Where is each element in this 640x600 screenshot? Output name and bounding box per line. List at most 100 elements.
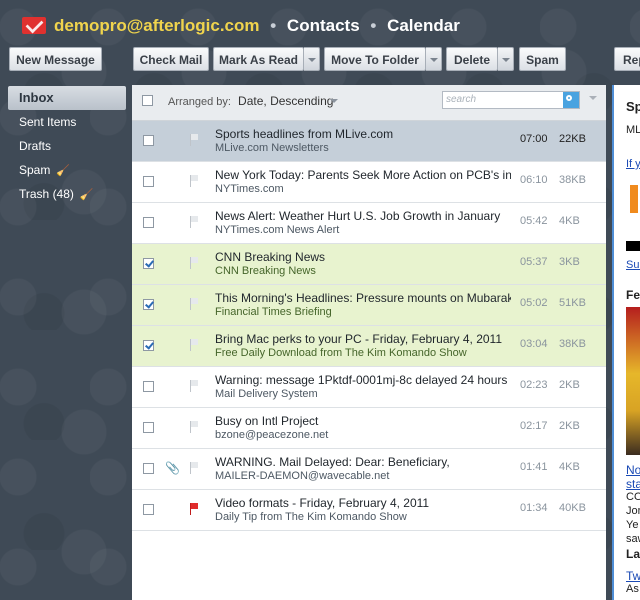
message-row[interactable]: Warning: message 1Pktdf-0001mj-8c delaye… (132, 367, 606, 408)
message-row[interactable]: CNN Breaking News CNN Breaking News 05:3… (132, 244, 606, 285)
flag-icon[interactable] (190, 339, 198, 351)
message-checkbox[interactable] (143, 381, 154, 392)
broom-icon[interactable]: 🧹 (80, 183, 94, 207)
message-checkbox[interactable] (143, 463, 154, 474)
flag-icon[interactable] (190, 134, 198, 146)
preview-subject: Sp (626, 99, 640, 114)
chevron-down-icon[interactable] (330, 99, 338, 103)
message-subject: Video formats - Friday, February 4, 2011 (215, 496, 430, 510)
message-preview-pane: Sp ML If y Sub Fe No sta CO Jon Ye saw L… (612, 85, 640, 600)
chevron-down-icon[interactable] (589, 96, 597, 100)
message-time: 03:04 (520, 338, 548, 350)
message-time: 06:10 (520, 174, 548, 186)
message-row[interactable]: Video formats - Friday, February 4, 2011… (132, 490, 606, 531)
message-subject: Sports headlines from MLive.com (215, 127, 394, 141)
flag-icon[interactable] (190, 380, 198, 392)
preview-link[interactable]: sta (626, 477, 640, 491)
mark-as-read-button[interactable]: Mark As Read (213, 47, 304, 71)
message-time: 01:41 (520, 461, 548, 473)
message-checkbox[interactable] (143, 422, 154, 433)
sort-control[interactable]: Arranged by: Date, Descending (168, 94, 333, 108)
broom-icon[interactable]: 🧹 (56, 159, 70, 183)
search-input[interactable]: search (442, 91, 580, 109)
message-subject: New York Today: Parents Seek More Action… (215, 168, 511, 182)
folder-sent-items[interactable]: Sent Items (8, 110, 126, 134)
top-navigation: demopro@afterlogic.com • Contacts • Cale… (54, 16, 460, 36)
folder-label: Spam (19, 163, 51, 177)
folder-inbox[interactable]: Inbox (8, 86, 126, 110)
message-checkbox[interactable] (143, 135, 154, 146)
message-size: 4KB (559, 461, 580, 473)
preview-text: Ye (626, 519, 639, 531)
message-row[interactable]: Busy on Intl Project bzone@peacezone.net… (132, 408, 606, 449)
preview-heading: La (626, 547, 640, 561)
flag-icon[interactable] (190, 503, 198, 515)
message-row[interactable]: News Alert: Weather Hurt U.S. Job Growth… (132, 203, 606, 244)
nav-calendar-link[interactable]: Calendar (387, 16, 460, 35)
message-checkbox[interactable] (143, 340, 154, 351)
message-row[interactable]: New York Today: Parents Seek More Action… (132, 162, 606, 203)
select-all-checkbox[interactable] (142, 95, 153, 106)
check-mail-button[interactable]: Check Mail (133, 47, 209, 71)
preview-link[interactable]: No (626, 463, 640, 477)
flag-icon[interactable] (190, 175, 198, 187)
folder-trash[interactable]: Trash (48) 🧹 (8, 182, 126, 206)
message-checkbox[interactable] (143, 176, 154, 187)
account-email-link[interactable]: demopro@afterlogic.com (54, 16, 260, 35)
message-size: 38KB (559, 338, 586, 350)
flag-icon[interactable] (190, 257, 198, 269)
flag-icon[interactable] (190, 462, 198, 474)
preview-link[interactable]: Tw (626, 569, 640, 583)
message-checkbox[interactable] (143, 504, 154, 515)
message-time: 02:23 (520, 379, 548, 391)
reply-button[interactable]: Rep (614, 47, 640, 71)
preview-link[interactable]: If y (626, 158, 640, 170)
message-checkbox[interactable] (143, 258, 154, 269)
preview-image (630, 185, 638, 213)
message-time: 01:34 (520, 502, 548, 514)
message-size: 22KB (559, 133, 586, 145)
flag-icon[interactable] (190, 216, 198, 228)
preview-photo (626, 307, 640, 455)
message-sender: CNN Breaking News (215, 265, 316, 277)
message-checkbox[interactable] (143, 217, 154, 228)
move-to-folder-button[interactable]: Move To Folder (324, 47, 426, 71)
message-size: 2KB (559, 379, 580, 391)
folder-label: Trash (48) (19, 187, 74, 201)
message-checkbox[interactable] (143, 299, 154, 310)
message-row[interactable]: 📎 WARNING. Mail Delayed: Dear: Beneficia… (132, 449, 606, 490)
sort-value[interactable]: Date, Descending (238, 94, 333, 108)
delete-button[interactable]: Delete (446, 47, 498, 71)
preview-banner (626, 241, 640, 251)
search-icon[interactable] (563, 92, 579, 108)
preview-text: Jon (626, 505, 640, 517)
message-subject: This Morning's Headlines: Pressure mount… (215, 291, 511, 305)
nav-contacts-link[interactable]: Contacts (287, 16, 360, 35)
folder-drafts[interactable]: Drafts (8, 134, 126, 158)
delete-dropdown-icon[interactable] (498, 47, 514, 71)
message-time: 02:17 (520, 420, 548, 432)
preview-text: CO (626, 491, 640, 503)
toolbar: New Message Check Mail Mark As Read Move… (0, 47, 640, 71)
message-row[interactable]: Bring Mac perks to your PC - Friday, Feb… (132, 326, 606, 367)
folder-list: Inbox Sent Items Drafts Spam 🧹 Trash (48)… (8, 86, 126, 206)
message-time: 05:42 (520, 215, 548, 227)
message-time: 05:02 (520, 297, 548, 309)
mark-as-read-dropdown-icon[interactable] (304, 47, 320, 71)
message-subject: WARNING. Mail Delayed: Dear: Beneficiary… (215, 455, 450, 469)
paperclip-icon: 📎 (165, 461, 180, 475)
flag-icon[interactable] (190, 298, 198, 310)
message-sender: Free Daily Download from The Kim Komando… (215, 347, 467, 359)
message-subject: Bring Mac perks to your PC - Friday, Feb… (215, 332, 502, 346)
new-message-button[interactable]: New Message (9, 47, 102, 71)
preview-link[interactable]: Sub (626, 259, 640, 271)
mail-envelope-icon (22, 17, 46, 34)
message-row[interactable]: Sports headlines from MLive.com MLive.co… (132, 121, 606, 162)
move-to-folder-dropdown-icon[interactable] (426, 47, 442, 71)
folder-spam[interactable]: Spam 🧹 (8, 158, 126, 182)
message-sender: MLive.com Newsletters (215, 142, 329, 154)
flag-icon[interactable] (190, 421, 198, 433)
message-row[interactable]: This Morning's Headlines: Pressure mount… (132, 285, 606, 326)
spam-button[interactable]: Spam (519, 47, 566, 71)
message-size: 4KB (559, 215, 580, 227)
